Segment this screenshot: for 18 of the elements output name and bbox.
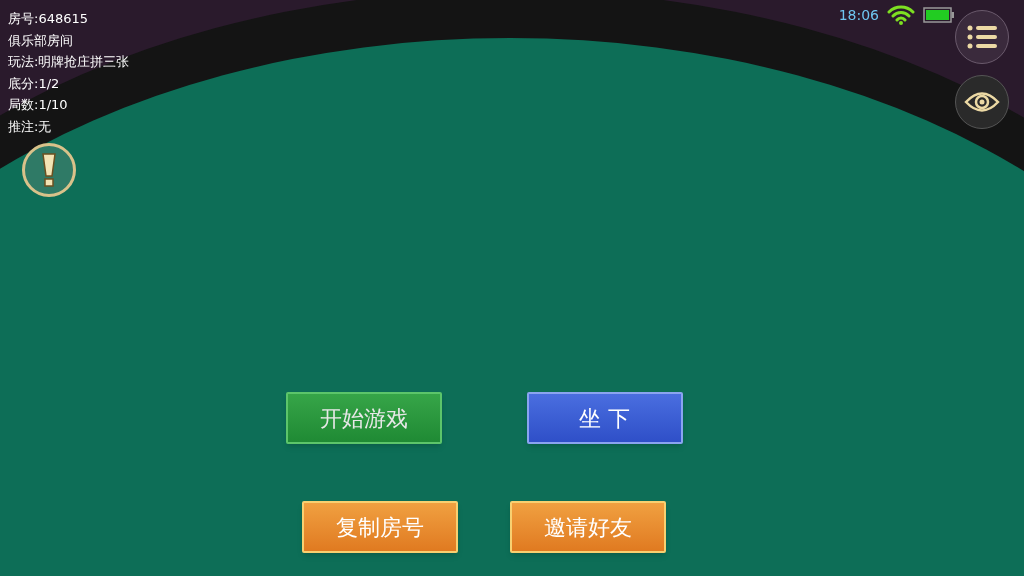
room-info-text: 房号:648615 [8,10,89,28]
list-icon [967,25,997,49]
room-info-text: 玩法:明牌抢庄拼三张 [8,53,130,72]
eye-icon [964,91,1000,113]
action-button[interactable]: 邀请好友 [509,501,666,553]
wifi-icon [887,4,915,26]
exclamation-icon [42,151,56,188]
room-info-text: 推注:无 [8,117,53,136]
action-button[interactable]: 坐 下 [526,392,683,444]
clock-time: 18:06 [838,5,879,25]
room-info-text: 局数:1/10 [8,96,69,115]
battery-icon [923,7,955,23]
menu-button[interactable] [955,10,1009,64]
room-info-text: 俱乐部房间 [8,31,74,50]
spectate-button[interactable] [955,75,1009,129]
action-button[interactable]: 复制房号 [301,501,458,553]
action-button[interactable]: 开始游戏 [285,392,442,444]
room-info-text: 底分:1/2 [8,74,61,93]
